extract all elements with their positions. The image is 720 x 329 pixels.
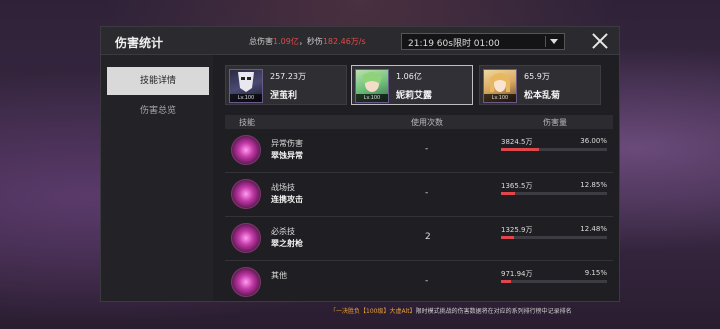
- total-damage-label: 总伤害: [249, 37, 273, 46]
- skill-uses: -: [425, 276, 429, 286]
- skill-icon: [231, 267, 261, 297]
- skill-category: 其他: [271, 271, 287, 280]
- skill-percent: 36.00%: [580, 137, 607, 145]
- damage-bar-fill: [501, 148, 540, 151]
- mask-icon: [238, 72, 254, 92]
- skill-uses: -: [425, 188, 429, 198]
- skill-damage: 1325.9万: [501, 226, 533, 234]
- skill-percent: 12.48%: [580, 225, 607, 233]
- tab-damage-overview[interactable]: 伤害总览: [107, 97, 209, 125]
- session-select-value: 21:19 60s限时 01:00: [408, 39, 500, 49]
- table-row[interactable]: 必杀技 翠之射枪 2 1325.9万 12.48%: [225, 217, 613, 261]
- footer-prefix: 「一决胜负【100级】大虚Alt】: [330, 308, 416, 315]
- character-portrait-icon: [490, 73, 510, 92]
- damage-bar-fill: [501, 236, 515, 239]
- close-icon[interactable]: [587, 29, 613, 53]
- table-row[interactable]: 其他 - 971.94万 9.15%: [225, 261, 613, 301]
- character-name: 妮莉艾露: [396, 91, 433, 101]
- skill-damage: 971.94万: [501, 270, 533, 278]
- skill-icon: [231, 135, 261, 165]
- character-damage: 257.23万: [270, 72, 306, 81]
- footer-text: 限时模式挑战的伤害数据将在对应的系列排行榜中记录排名: [415, 308, 572, 315]
- damage-stats-panel: 伤害统计 总伤害1.09亿，秒伤182.46万/s 21:19 60s限时 01…: [100, 26, 620, 302]
- damage-bar: [501, 280, 607, 283]
- level-badge: Lv.100: [356, 94, 388, 102]
- avatar: Lv.100: [229, 69, 263, 103]
- damage-bar-fill: [501, 280, 511, 283]
- skill-icon: [231, 179, 261, 209]
- level-badge: Lv.100: [484, 94, 516, 102]
- skill-category: 必杀技: [271, 227, 295, 236]
- dps-label: 秒伤: [306, 37, 323, 46]
- skill-percent: 9.15%: [584, 269, 607, 277]
- damage-bar-fill: [501, 192, 515, 195]
- skill-damage: 1365.5万: [501, 182, 533, 190]
- skill-name: 翠蚀异常: [271, 151, 303, 160]
- skill-icon: [231, 223, 261, 253]
- table-row[interactable]: 战场技 连携攻击 - 1365.5万 12.85%: [225, 173, 613, 217]
- skill-name: 翠之射枪: [271, 239, 303, 248]
- tab-skill-details[interactable]: 技能详情: [107, 67, 209, 95]
- skill-percent: 12.85%: [580, 181, 607, 189]
- session-select[interactable]: 21:19 60s限时 01:00: [401, 33, 565, 50]
- header-uses: 使用次数: [411, 118, 443, 127]
- header-skill: 技能: [239, 118, 255, 127]
- character-name: 松本乱菊: [524, 91, 561, 101]
- level-badge: Lv.100: [230, 94, 262, 102]
- total-damage-value: 1.09亿: [273, 37, 299, 46]
- avatar: Lv.100: [483, 69, 517, 103]
- table-row[interactable]: 异常伤害 翠蚀异常 - 3824.5万 36.00%: [225, 129, 613, 173]
- skill-damage: 3824.5万: [501, 138, 533, 146]
- header-damage: 伤害量: [543, 118, 567, 127]
- character-card[interactable]: Lv.100 65.9万 松本乱菊: [479, 65, 601, 105]
- skill-uses: -: [425, 144, 429, 154]
- skill-category: 异常伤害: [271, 139, 303, 148]
- skill-category: 战场技: [271, 183, 295, 192]
- damage-bar: [501, 148, 607, 151]
- damage-bar: [501, 192, 607, 195]
- chevron-down-icon[interactable]: [545, 36, 561, 47]
- damage-bar: [501, 236, 607, 239]
- sidebar: 技能详情 伤害总览: [101, 55, 213, 301]
- footer-note: 「一决胜负【100级】大虚Alt】限时模式挑战的伤害数据将在对应的系列排行榜中记…: [330, 306, 572, 315]
- character-name: 涅茧利: [270, 91, 298, 101]
- character-damage: 65.9万: [524, 72, 550, 81]
- panel-header: 伤害统计 总伤害1.09亿，秒伤182.46万/s 21:19 60s限时 01…: [101, 27, 619, 55]
- dps-value: 182.46万/s: [322, 37, 366, 46]
- character-portrait-icon: [362, 72, 382, 92]
- character-card-selected[interactable]: Lv.100 1.06亿 妮莉艾露: [351, 65, 473, 105]
- character-card[interactable]: Lv.100 257.23万 涅茧利: [225, 65, 347, 105]
- panel-title: 伤害统计: [115, 36, 164, 50]
- tab-label: 技能详情: [139, 76, 176, 86]
- skill-name: 连携攻击: [271, 195, 303, 204]
- damage-totals: 总伤害1.09亿，秒伤182.46万/s: [249, 37, 366, 46]
- avatar: Lv.100: [355, 69, 389, 103]
- tab-label: 伤害总览: [139, 106, 176, 116]
- skill-table-header: 技能 使用次数 伤害量: [225, 115, 613, 129]
- character-damage: 1.06亿: [396, 72, 422, 81]
- skill-uses: 2: [425, 232, 431, 242]
